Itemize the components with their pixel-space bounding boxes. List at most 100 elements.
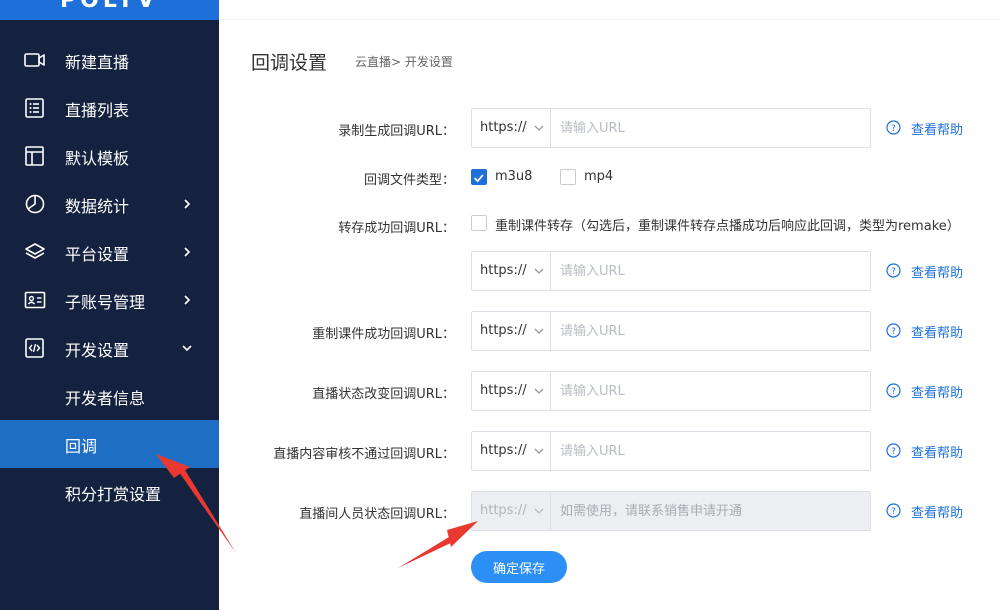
protocol-select[interactable]: https:// xyxy=(472,372,551,410)
sidebar-item-data-stats[interactable]: 数据统计 xyxy=(0,180,219,228)
file-type-label: 回调文件类型： xyxy=(363,173,455,188)
sidebar-item-label: 新建直播 xyxy=(65,53,130,72)
record-callback-url-group: https:// xyxy=(471,108,871,148)
protocol-value: https:// xyxy=(480,443,527,458)
question-circle-icon: ? xyxy=(886,383,901,398)
id-card-icon xyxy=(24,291,46,309)
sidebar-item-label: 数据统计 xyxy=(65,197,130,216)
help-text: 查看帮助 xyxy=(911,506,964,521)
list-icon xyxy=(25,98,44,118)
svg-text:?: ? xyxy=(891,507,896,517)
question-circle-icon: ? xyxy=(886,443,901,458)
protocol-value: https:// xyxy=(480,263,527,278)
sidebar-item-live-list[interactable]: 直播列表 xyxy=(0,84,219,132)
protocol-select[interactable]: https:// xyxy=(472,432,551,470)
transcode-callback-url-group: https:// xyxy=(471,251,871,291)
remake-transcode-checkbox[interactable] xyxy=(471,215,487,231)
sidebar: POLYV 新建直播 直播列表 默认模板 数据统计 平台设置 子账号管理 开发设… xyxy=(0,0,219,610)
protocol-value: https:// xyxy=(480,383,527,398)
protocol-value: https:// xyxy=(480,323,527,338)
sidebar-item-label: 回调 xyxy=(65,437,98,456)
code-icon xyxy=(25,338,44,358)
help-text: 查看帮助 xyxy=(911,386,964,401)
logo: POLYV xyxy=(60,0,159,13)
sidebar-item-dev-settings[interactable]: 开发设置 xyxy=(0,324,219,372)
breadcrumb: 云直播> 开发设置 xyxy=(355,53,453,70)
question-circle-icon: ? xyxy=(886,323,901,338)
breadcrumb-separator: > xyxy=(391,55,402,69)
protocol-select: https:// xyxy=(472,492,551,530)
members-callback-url-group: https:// xyxy=(471,491,871,531)
chevron-right-icon xyxy=(184,247,191,257)
page-title: 回调设置 xyxy=(251,52,328,74)
remake-transcode-label: 重制课件转存（勾选后，重制课件转存点播成功后响应此回调，类型为remake） xyxy=(495,219,960,234)
sidebar-item-label: 平台设置 xyxy=(65,245,130,264)
sidebar-item-label: 开发者信息 xyxy=(65,389,146,408)
sidebar-item-platform-settings[interactable]: 平台设置 xyxy=(0,228,219,276)
status-callback-url-input[interactable] xyxy=(552,372,870,410)
sidebar-subitem-points-reward[interactable]: 积分打赏设置 xyxy=(0,468,219,516)
protocol-value: https:// xyxy=(480,120,527,135)
help-text: 查看帮助 xyxy=(911,446,964,461)
audit-callback-url-group: https:// xyxy=(471,431,871,471)
remake-callback-label: 重制课件成功回调URL： xyxy=(312,327,455,342)
svg-text:?: ? xyxy=(891,447,896,457)
logo-bar: POLYV xyxy=(0,0,219,20)
sidebar-item-sub-accounts[interactable]: 子账号管理 xyxy=(0,276,219,324)
sidebar-item-new-live[interactable]: 新建直播 xyxy=(0,36,219,84)
sidebar-item-label: 开发设置 xyxy=(65,341,130,360)
m3u8-checkbox[interactable] xyxy=(471,169,487,185)
remake-callback-url-input[interactable] xyxy=(552,312,870,350)
sidebar-subitem-callback[interactable]: 回调 xyxy=(0,420,219,468)
chevron-down-icon xyxy=(182,345,192,352)
layout-template-icon xyxy=(25,146,44,166)
help-text: 查看帮助 xyxy=(911,326,964,341)
sidebar-item-label: 积分打赏设置 xyxy=(65,485,162,504)
chevron-down-icon xyxy=(534,328,544,334)
protocol-select[interactable]: https:// xyxy=(472,109,551,147)
svg-text:?: ? xyxy=(891,267,896,277)
record-callback-label: 录制生成回调URL： xyxy=(338,124,455,139)
svg-text:?: ? xyxy=(891,327,896,337)
transcode-callback-label: 转存成功回调URL： xyxy=(338,221,455,236)
chevron-down-icon xyxy=(534,125,544,131)
breadcrumb-item: 开发设置 xyxy=(404,55,453,69)
layers-icon xyxy=(25,243,45,259)
chevron-right-icon xyxy=(184,295,191,305)
mp4-checkbox[interactable] xyxy=(560,169,576,185)
protocol-select[interactable]: https:// xyxy=(472,252,551,290)
question-circle-icon: ? xyxy=(886,503,901,518)
help-text: 查看帮助 xyxy=(911,123,964,138)
svg-text:?: ? xyxy=(891,387,896,397)
m3u8-label: m3u8 xyxy=(495,169,533,184)
pie-chart-icon xyxy=(25,194,45,214)
save-button[interactable]: 确定保存 xyxy=(471,551,567,583)
breadcrumb-item[interactable]: 云直播 xyxy=(355,55,391,69)
audit-callback-label: 直播内容审核不通过回调URL： xyxy=(273,447,455,462)
question-circle-icon: ? xyxy=(886,120,901,135)
video-camera-icon xyxy=(24,53,45,67)
check-icon xyxy=(474,174,484,183)
protocol-select[interactable]: https:// xyxy=(472,312,551,350)
remake-callback-url-group: https:// xyxy=(471,311,871,351)
record-callback-url-input[interactable] xyxy=(552,109,870,147)
audit-callback-url-input[interactable] xyxy=(552,432,870,470)
top-bar xyxy=(219,0,1001,20)
svg-text:?: ? xyxy=(891,124,896,134)
members-callback-label: 直播间人员状态回调URL： xyxy=(299,507,455,522)
members-callback-url-input xyxy=(552,492,870,530)
sidebar-subitem-developer-info[interactable]: 开发者信息 xyxy=(0,372,219,420)
chevron-right-icon xyxy=(184,199,191,209)
chevron-down-icon xyxy=(534,268,544,274)
mp4-label: mp4 xyxy=(584,169,614,184)
transcode-callback-url-input[interactable] xyxy=(552,252,870,290)
chevron-down-icon xyxy=(534,508,544,514)
chevron-down-icon xyxy=(534,388,544,394)
sidebar-item-label: 子账号管理 xyxy=(65,293,146,312)
sidebar-item-label: 直播列表 xyxy=(65,101,130,120)
sidebar-item-label: 默认模板 xyxy=(65,149,130,168)
help-text: 查看帮助 xyxy=(911,266,964,281)
protocol-value: https:// xyxy=(480,503,527,518)
status-callback-url-group: https:// xyxy=(471,371,871,411)
sidebar-item-default-template[interactable]: 默认模板 xyxy=(0,132,219,180)
